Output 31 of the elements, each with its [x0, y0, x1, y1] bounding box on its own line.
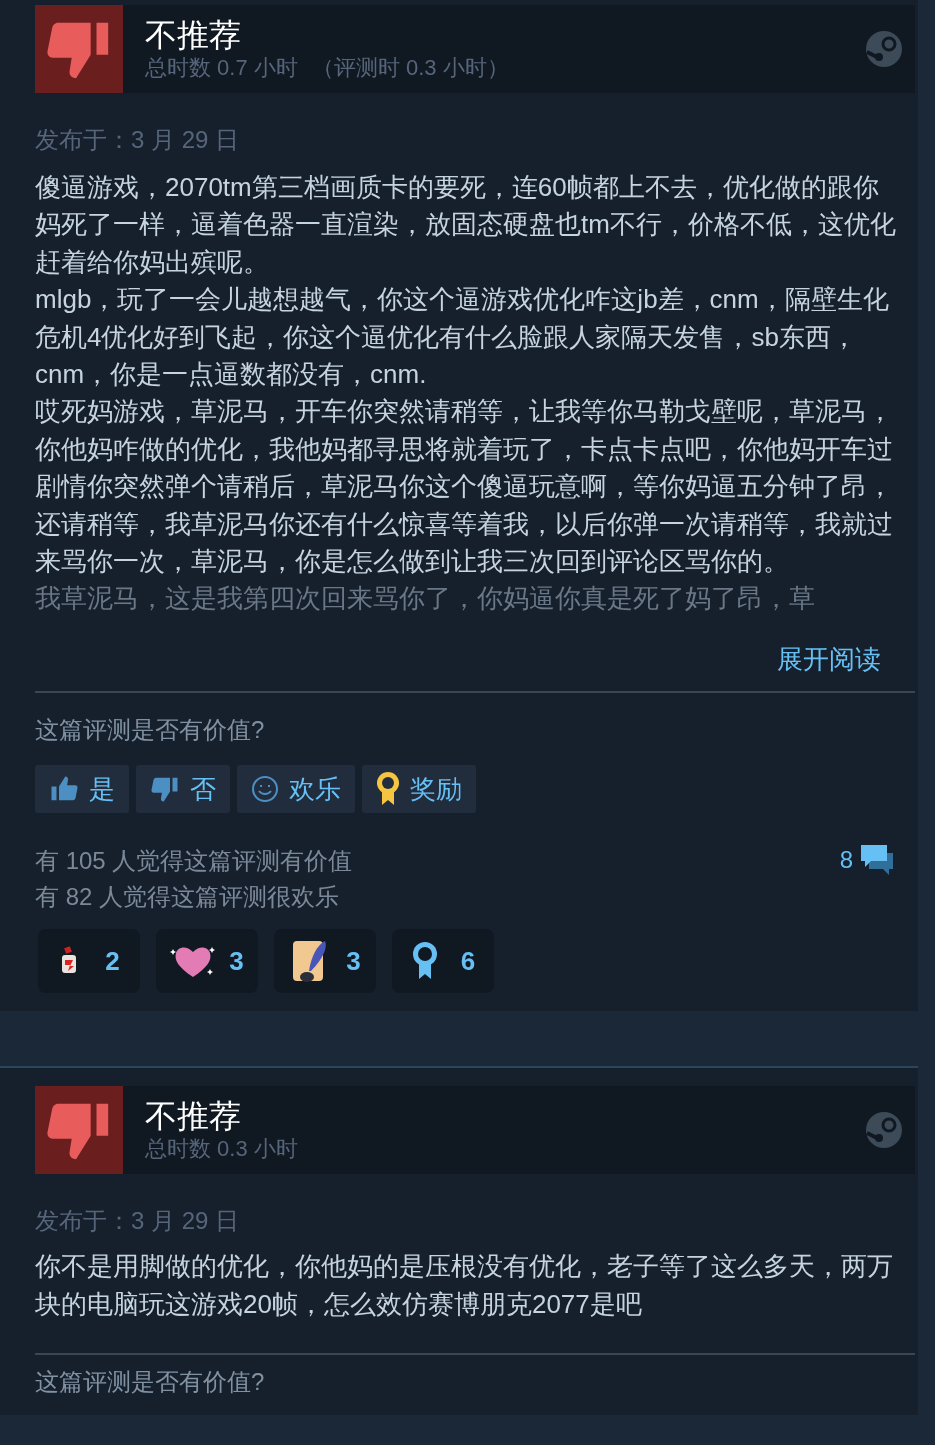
helpful-prompt: 这篇评测是否有价值?: [35, 715, 266, 746]
review-paragraph: 我草泥马，这是我第四次回来骂你了，你妈逼你真是死了妈了昂，草: [35, 582, 816, 613]
posted-date: 发布于：3 月 29 日: [35, 1206, 241, 1237]
verdict-title: 不推荐: [145, 16, 242, 54]
helpful-count: 有 105 人觉得这篇评测有价值: [35, 846, 354, 877]
review-playtime-text: （评测时 0.3 小时）: [311, 54, 509, 82]
vote-button[interactable]: 奖励: [362, 765, 476, 814]
vote-button[interactable]: 是: [35, 765, 129, 814]
award-chip[interactable]: 3: [274, 929, 376, 994]
vote-button[interactable]: 否: [136, 765, 230, 814]
playtime-text: 总时数 0.7 小时: [145, 54, 298, 82]
playtime-text: 总时数 0.3 小时: [145, 1135, 298, 1164]
award-icon: [376, 771, 400, 808]
review-paragraph: 哎死妈游戏，草泥马，开车你突然请稍等，让我等你马勒戈壁呢，草泥马，你他妈咋做的优化，我他妈都寻思将就着玩了，卡点卡点吧，你他妈开车过剧情你突然弹个请稍后，草泥马你这个傻逼玩意啊，等你妈逼五分钟了昂，还请稍等，我草泥马你还有什么惊喜等着我，以后你弹一次请稍等，我就过来骂你一次，草泥马，你是怎么做到让我三次回到评论区骂你的。: [35, 395, 894, 579]
award-chip[interactable]: 6: [392, 929, 494, 994]
ribbon-award-icon: [410, 941, 439, 982]
award-chip[interactable]: 3: [156, 929, 258, 994]
steam-logo-icon: [865, 1111, 903, 1150]
smiley-icon: [251, 775, 279, 804]
funny-count: 有 82 人觉得这篇评测很欢乐: [35, 882, 341, 913]
award-chip[interactable]: 2: [38, 929, 140, 994]
steam-logo-icon: [865, 30, 903, 68]
verdict-title: 不推荐: [145, 1097, 242, 1136]
posted-date: 发布于：3 月 29 日: [35, 125, 241, 155]
review-paragraph: 傻逼游戏，2070tm第三档画质卡的要死，连60帧都上不去，优化做的跟你妈死了一样，逼着色器一直渲染，放固态硬盘也tm不行，价格不低，这优化赶着给你妈出殡呢。: [35, 171, 897, 279]
vote-button[interactable]: 欢乐: [237, 765, 355, 814]
comments-link[interactable]: 8: [839, 843, 895, 878]
review-paragraph: 你不是用脚做的优化，你他妈的是压根没有优化，老子等了这么多天，两万块的电脑玩这游戏20帧，怎么效仿赛博朋克2077是吧: [35, 1250, 894, 1321]
review-paragraph: mlgb，玩了一会儿越想越气，你这个逼游戏优化咋这jb差，cnm，隔壁生化危机4优化好到飞起，你这个逼优化有什么脸跟人家隔天发售，sb东西，cnm，你是一点逼数都没有，cnm.: [35, 283, 890, 392]
helpful-prompt: 这篇评测是否有价值?: [35, 1367, 266, 1398]
read-more-link[interactable]: 展开阅读: [777, 642, 881, 678]
